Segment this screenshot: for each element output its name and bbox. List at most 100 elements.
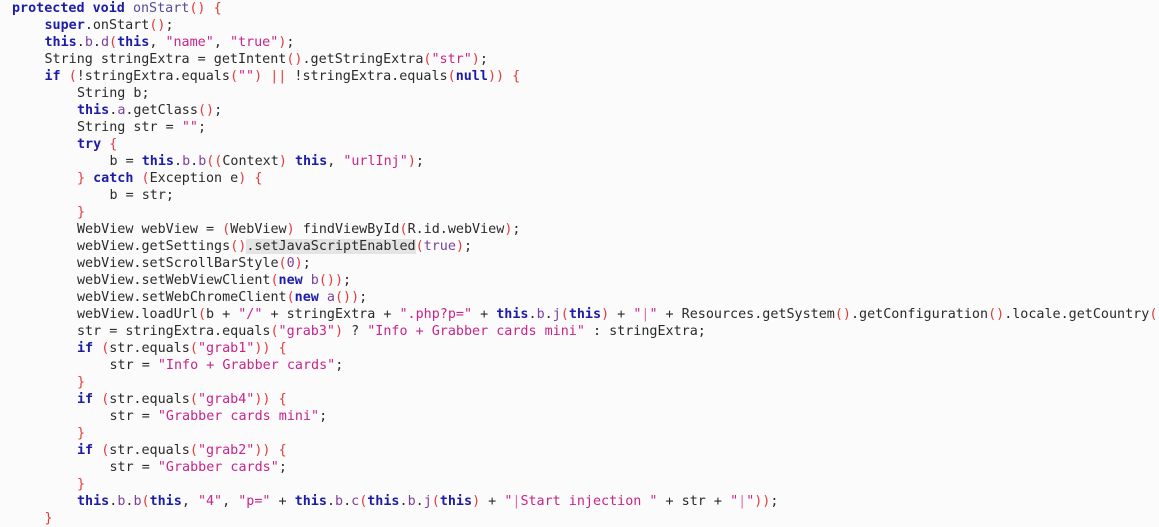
code-token-plain: ; [464,239,473,254]
code-token-kw: try [77,137,102,152]
code-line: if (str.equals("grab1")) { [0,340,1159,357]
code-token-kw: if [77,443,94,458]
code-token-plain: . [544,307,553,322]
code-line: webView.setWebChromeClient(new a()); [0,289,1159,306]
code-token-plain: ; [770,494,779,509]
code-line: } [0,204,1159,221]
code-token-prop: j [552,307,561,322]
code-token-prop: c [351,494,360,509]
code-token-punc: { [213,1,222,16]
code-token-str: "p=" [238,494,271,509]
code-line: webView.setWebViewClient(new b()); [0,272,1159,289]
code-token-plain: String b; [77,86,150,101]
code-token-plain: . [190,154,199,169]
code-token-plain: . [76,35,85,50]
code-token-plain: , [213,35,230,50]
code-token-punc: ( [189,392,198,407]
code-token-pipe: | [738,494,747,509]
code-token-plain: . [415,494,424,509]
code-token-punc: ()) [334,290,360,305]
code-token-prop: b [310,273,319,288]
code-token-plain: ; [343,273,352,288]
code-token-str: "Grabber cards" [157,460,279,475]
code-token-punc: { [109,137,118,152]
code-token-punc: () [834,307,851,322]
code-token-punc: ( [560,307,569,322]
code-token-plain: . [174,154,183,169]
code-token-plain: webView.setWebViewClient [77,273,271,288]
code-token-kw: if [77,392,94,407]
code-token-kw: null [455,69,488,84]
code-token-str: ".php?p=" [399,307,473,322]
code-token-plain: . [92,35,101,50]
code-line: str = stringExtra.equals("grab3") ? "Inf… [0,323,1159,340]
code-token-kw: this [496,307,529,322]
code-token-prop: a [326,290,335,305]
code-token-punc: )) [254,392,271,407]
code-line: String stringExtra = getIntent().getStri… [0,51,1159,68]
code-token-punc: )) [754,494,771,509]
code-token-plain: . [343,494,352,509]
code-token-punc: ) [278,154,287,169]
code-line: super.onStart(); [0,17,1159,34]
code-token-punc: () [149,18,166,33]
code-line: webView.setScrollBarStyle(0); [0,255,1159,272]
code-line: this.b.d(this, "name", "true"); [0,34,1159,51]
code-line: String b; [0,85,1159,102]
code-token-kw: if [77,341,94,356]
code-token-lit: true [423,239,456,254]
code-token-plain: Context [222,154,279,169]
code-token-plain: . [528,307,537,322]
code-token-punc: } [77,375,86,390]
code-token-punc: ( [141,171,150,186]
code-line: try { [0,136,1159,153]
code-token-str: "grab4" [197,392,255,407]
code-token-punc: )) [254,443,271,458]
code-token-kw: this [77,103,110,118]
code-token-punc: ( [415,239,424,254]
code-token-plain: ; [359,290,368,305]
code-token-str: "grab2" [197,443,255,458]
code-token-plain: . [399,494,408,509]
code-token-plain: ; [479,52,488,67]
code-token-kw: new [294,290,319,305]
code-token-plain: Exception e [149,171,239,186]
code-token-punc: { [278,443,287,458]
code-token-lit: 0 [286,256,295,271]
code-token-plain: !stringExtra.equals [286,69,448,84]
code-token-plain: + stringExtra + [262,307,400,322]
code-token-punc: () [197,103,215,118]
code-token-str: "true" [229,35,279,50]
code-token-prop: b [407,494,416,509]
code-token-kw: this [141,154,174,169]
code-token-plain: str.equals [109,392,190,407]
code-token-punc: } [77,426,86,441]
code-token-punc: () [1149,307,1159,322]
code-token-plain: ; [302,256,311,271]
code-token-plain: str = [109,460,158,475]
code-token-plain: webView.setScrollBarStyle [77,256,279,271]
code-token-punc: ) [455,239,464,254]
code-token-str: "grab3" [278,324,335,339]
code-token-punc: ()) [318,273,344,288]
code-token-punc: } [77,205,86,220]
code-token-punc: ) [294,256,303,271]
code-token-punc: ( [189,443,198,458]
code-token-punc: ) [407,154,416,169]
code-token-punc: )) [487,69,505,84]
code-token-kw: this [77,494,110,509]
code-line: if (str.equals("grab2")) { [0,442,1159,459]
code-token-prop: d [100,35,109,50]
code-token-plain: str.equals [109,443,190,458]
code-token-str: " [730,494,739,509]
code-token-punc: (( [206,154,223,169]
